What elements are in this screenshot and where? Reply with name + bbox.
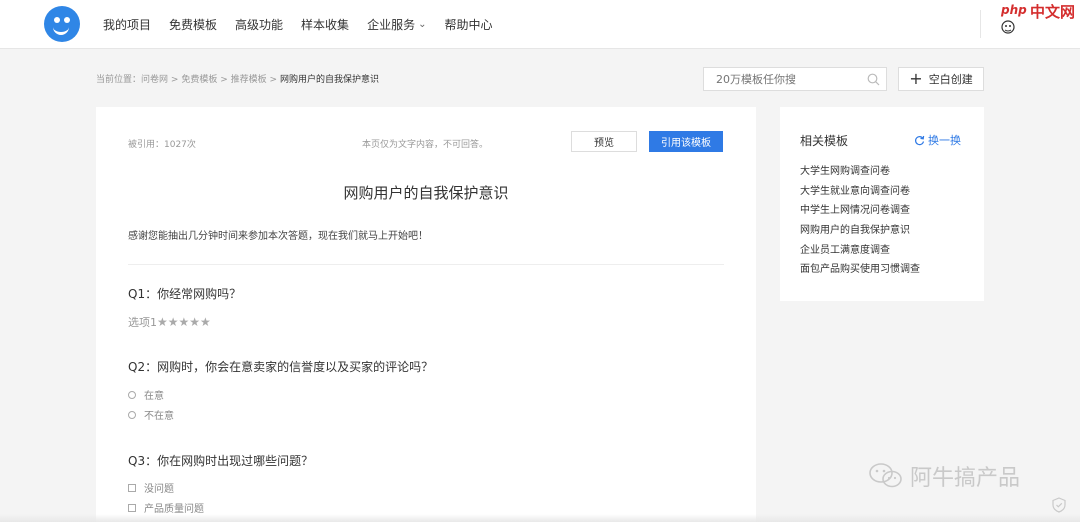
wechat-watermark: 阿牛搞产品 [868,460,1020,492]
checkbox-option[interactable]: 产品质量问题 [128,500,204,515]
php-watermark-logo: php [1001,3,1027,17]
related-item[interactable]: 企业员工满意度调查 [800,241,920,261]
related-item[interactable]: 大学生就业意向调查问卷 [800,182,920,202]
related-item[interactable]: 大学生网购调查问卷 [800,162,920,182]
search-input[interactable] [714,72,868,87]
shield-icon [1052,497,1066,513]
refresh-icon [915,135,925,145]
question-1: Q1：你经常网购吗？ [128,287,242,301]
create-blank-label: 空白创建 [928,73,973,86]
survey-intro: 感谢您能抽出几分钟时间来参加本次答题，现在我们就马上开始吧！ [128,231,428,242]
refresh-label: 换一换 [928,134,961,147]
search-icon[interactable] [867,73,880,86]
preview-button[interactable]: 预览 [571,131,637,152]
logo-eye [54,17,60,23]
checkbox-option-label: 产品质量问题 [144,504,204,515]
bottom-fade [0,514,1080,522]
rating-option: 选项1★★★★★ [128,314,211,330]
nav-item-advanced[interactable]: 高级功能 [235,16,283,33]
template-search [703,67,887,91]
breadcrumb-prefix: 当前位置： [96,75,142,85]
radio-option[interactable]: 在意 [128,387,164,402]
wechat-icon [869,463,902,488]
breadcrumb-separator: > [220,75,228,85]
top-navbar: 我的项目 免费模板 高级功能 样本收集 企业服务 帮助中心 php 中文网 [0,0,1080,49]
breadcrumb-separator: > [170,75,179,85]
nav-item-my-projects[interactable]: 我的项目 [103,16,151,33]
related-item[interactable]: 中学生上网情况问卷调查 [800,201,920,221]
checkbox-icon[interactable] [128,483,136,492]
rating-label: 选项1 [128,316,157,329]
radio-option-label: 在意 [144,391,164,402]
breadcrumb-link[interactable]: 推荐模板 [231,75,267,85]
logo-icon[interactable] [44,6,80,42]
survey-card: 被引用：1027次 本页仅为文字内容，不可回答。 预览 引用该模板 网购用户的自… [96,107,756,522]
radio-icon[interactable] [128,410,136,419]
use-template-button[interactable]: 引用该模板 [649,131,723,152]
related-item[interactable]: 面包产品购买使用习惯调查 [800,260,920,280]
php-watermark-text: php [1001,3,1027,17]
watermark-text: 阿牛搞产品 [910,466,1021,491]
refresh-button[interactable]: 换一换 [914,132,961,148]
related-templates-panel: 相关模板 换一换 大学生网购调查问卷 大学生就业意向调查问卷 中学生上网情况问卷… [780,107,984,301]
breadcrumb-link[interactable]: 免费模板 [181,75,217,85]
cited-count: 被引用：1027次 [128,140,196,150]
radio-icon[interactable] [128,390,136,399]
plus-icon: + [909,69,923,88]
checkbox-icon[interactable] [128,503,136,512]
logo-mouth [53,26,69,35]
question-3: Q3：你在网购时出现过哪些问题？ [128,454,314,468]
related-item[interactable]: 网购用户的自我保护意识 [800,221,920,241]
nav-item-sample-collection[interactable]: 样本收集 [301,16,349,33]
related-title: 相关模板 [800,134,849,148]
radio-option[interactable]: 不在意 [128,407,174,422]
create-blank-button[interactable]: + 空白创建 [898,67,984,91]
nav-item-enterprise[interactable]: 企业服务 [367,16,426,33]
checkbox-option[interactable]: 没问题 [128,480,174,495]
nav-item-free-templates[interactable]: 免费模板 [169,16,217,33]
star-rating-icons[interactable]: ★★★★★ [157,315,211,329]
breadcrumb: 当前位置：问卷网 > 免费模板 > 推荐模板 > 网购用户的自我保护意识 [96,72,379,85]
survey-title: 网购用户的自我保护意识 [343,184,509,202]
question-2: Q2：网购时，你会在意卖家的信誉度以及买家的评论吗？ [128,360,434,374]
related-list: 大学生网购调查问卷 大学生就业意向调查问卷 中学生上网情况问卷调查 网购用户的自… [800,162,920,280]
radio-option-label: 不在意 [144,411,174,422]
navbar-divider [980,10,981,38]
breadcrumb-separator: > [269,75,278,85]
breadcrumb-link[interactable]: 问卷网 [141,75,168,85]
main-nav: 我的项目 免费模板 高级功能 样本收集 企业服务 帮助中心 [103,0,510,48]
breadcrumb-current: 网购用户的自我保护意识 [279,75,379,85]
nav-item-help[interactable]: 帮助中心 [444,16,492,33]
checkbox-option-label: 没问题 [144,484,174,495]
divider [128,264,724,265]
php-watermark-label: 中文网 [1030,3,1076,21]
logo-eye [64,17,70,23]
text-only-notice: 本页仅为文字内容，不可回答。 [362,140,489,150]
